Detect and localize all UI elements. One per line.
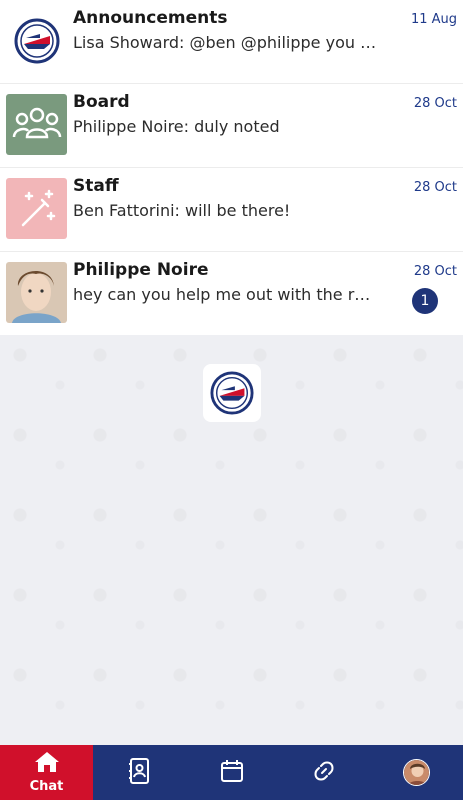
- chat-preview: Lisa Showard: @ben @philippe you …: [73, 33, 377, 52]
- unread-badge: 1: [412, 288, 438, 314]
- magic-wand-icon: [6, 178, 67, 239]
- chat-date: 11 Aug: [410, 12, 457, 27]
- calendar-icon: [220, 759, 244, 787]
- chat-date: 28 Oct: [413, 180, 457, 195]
- chat-title: Board: [73, 92, 130, 112]
- bottom-tab-bar: Chat: [0, 745, 463, 800]
- chat-date: 28 Oct: [413, 264, 457, 279]
- chat-background: [0, 335, 463, 745]
- tab-chat[interactable]: Chat: [0, 745, 93, 800]
- chat-date: 28 Oct: [413, 96, 457, 111]
- chat-preview: Philippe Noire: duly noted: [73, 117, 280, 136]
- user-photo: [6, 262, 67, 323]
- chat-title: Announcements: [73, 8, 228, 28]
- tab-contacts[interactable]: [93, 745, 186, 800]
- chat-list: Announcements Lisa Showard: @ben @philip…: [0, 0, 463, 336]
- link-icon: [312, 759, 336, 787]
- tab-profile[interactable]: [371, 745, 463, 800]
- chat-row-announcements[interactable]: Announcements Lisa Showard: @ben @philip…: [0, 0, 463, 84]
- chat-row-board[interactable]: Board Philippe Noire: duly noted 28 Oct: [0, 84, 463, 168]
- club-logo-icon: [203, 364, 261, 422]
- chat-row-staff[interactable]: Staff Ben Fattorini: will be there! 28 O…: [0, 168, 463, 252]
- tab-label: Chat: [29, 779, 64, 794]
- home-icon: [34, 751, 60, 777]
- chat-preview: hey can you help me out with the r…: [73, 285, 371, 304]
- chat-title: Philippe Noire: [73, 260, 209, 280]
- profile-avatar: [403, 759, 431, 786]
- chat-title: Staff: [73, 176, 119, 196]
- group-people-icon: [6, 94, 67, 155]
- chat-preview: Ben Fattorini: will be there!: [73, 201, 291, 220]
- club-logo-icon: [6, 10, 67, 71]
- tab-links[interactable]: [278, 745, 371, 800]
- chat-row-philippe[interactable]: Philippe Noire hey can you help me out w…: [0, 252, 463, 336]
- contacts-icon: [128, 757, 150, 788]
- tab-calendar[interactable]: [186, 745, 279, 800]
